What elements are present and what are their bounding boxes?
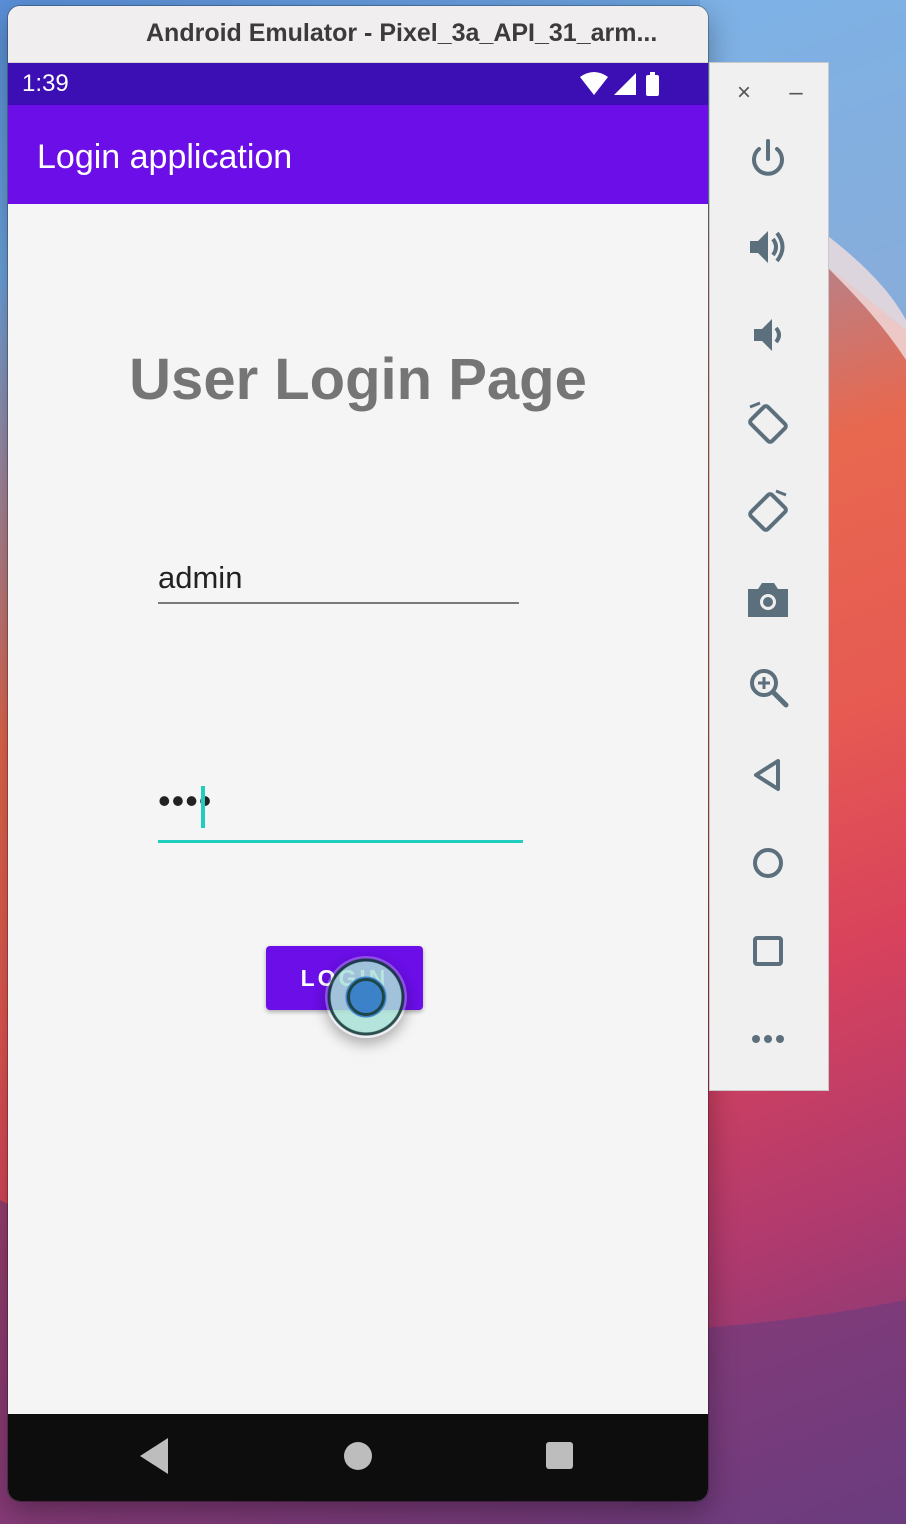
rotate-right-icon[interactable] xyxy=(744,487,792,535)
minimize-icon[interactable]: – xyxy=(782,79,810,107)
home-icon[interactable] xyxy=(344,1442,372,1470)
status-icons xyxy=(580,72,659,96)
app-title: Login application xyxy=(37,138,293,176)
touch-pointer-indicator xyxy=(325,956,407,1038)
android-nav-bar xyxy=(8,1414,708,1501)
wifi-icon xyxy=(580,72,608,95)
login-screen: User Login Page •••• LOGIN xyxy=(8,204,708,1414)
more-icon[interactable] xyxy=(744,1015,792,1063)
recents-icon[interactable] xyxy=(546,1442,573,1469)
battery-icon xyxy=(646,75,659,96)
rotate-left-icon[interactable] xyxy=(744,399,792,447)
window-titlebar[interactable]: Android Emulator - Pixel_3a_API_31_arm..… xyxy=(8,6,708,63)
close-icon[interactable]: × xyxy=(730,79,758,107)
text-cursor xyxy=(201,786,205,828)
zoom-icon[interactable] xyxy=(744,663,792,711)
emulator-side-toolbar: × – xyxy=(709,62,829,1091)
emulator-window: Android Emulator - Pixel_3a_API_31_arm..… xyxy=(8,6,708,1501)
page-heading: User Login Page xyxy=(129,347,587,412)
username-input[interactable] xyxy=(158,554,519,604)
volume-down-icon[interactable] xyxy=(744,311,792,359)
touch-ring xyxy=(347,978,385,1016)
window-title: Android Emulator - Pixel_3a_API_31_arm..… xyxy=(146,19,658,47)
power-icon[interactable] xyxy=(744,135,792,183)
status-time: 1:39 xyxy=(22,70,69,97)
password-input[interactable]: •••• xyxy=(158,776,523,843)
camera-icon[interactable] xyxy=(744,575,792,623)
android-status-bar: 1:39 xyxy=(8,63,708,105)
back-icon[interactable] xyxy=(138,1436,170,1476)
volume-up-icon[interactable] xyxy=(744,223,792,271)
signal-icon xyxy=(614,73,636,95)
back-icon[interactable] xyxy=(744,751,792,799)
app-bar: Login application xyxy=(8,105,708,204)
overview-icon[interactable] xyxy=(744,927,792,975)
home-icon[interactable] xyxy=(744,839,792,887)
